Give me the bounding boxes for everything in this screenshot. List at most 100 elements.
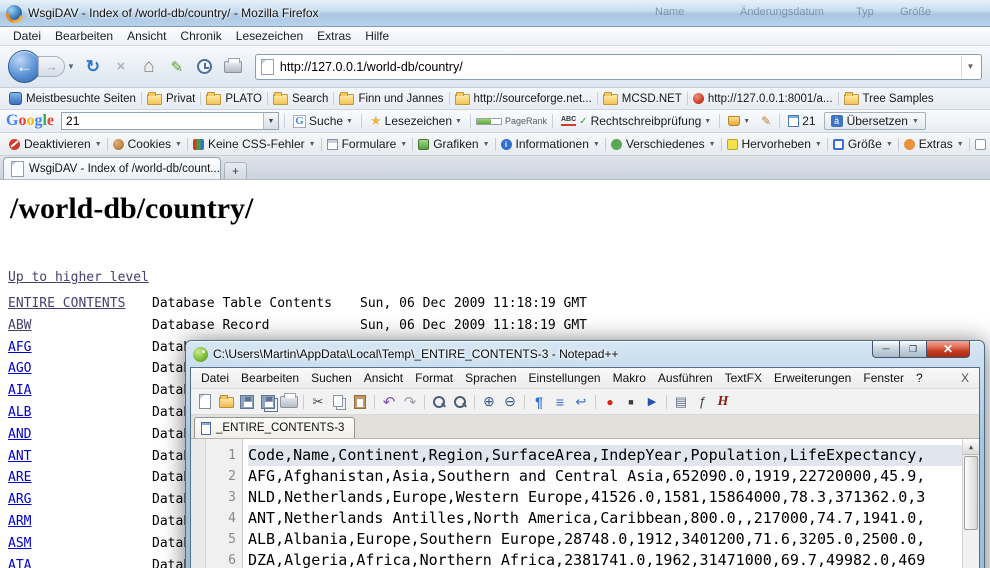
entry-link-arg[interactable]: ARG (8, 492, 31, 507)
webdev-hervorheben[interactable]: Hervorheben▼ (722, 137, 827, 151)
bookmark-mcsd[interactable]: MCSD.NET (598, 88, 687, 109)
vertical-scrollbar[interactable]: ▲ (962, 439, 979, 568)
npp-menu-fenster[interactable]: Fenster (857, 369, 910, 387)
webdev-verschiedenes[interactable]: Verschiedenes▼ (606, 137, 721, 151)
menu-bearbeiten[interactable]: Bearbeiten (48, 27, 120, 45)
replace-icon[interactable] (451, 393, 469, 411)
bookmark-privat[interactable]: Privat (142, 88, 200, 109)
npp-menu-suchen[interactable]: Suchen (305, 369, 358, 387)
zoom-out-icon[interactable]: ⊖ (501, 393, 519, 411)
forward-button[interactable]: → (38, 56, 65, 77)
webdev-extras[interactable]: Extras▼ (899, 137, 969, 151)
function-list-icon[interactable]: ƒ (693, 393, 711, 411)
npp-menu-bearbeiten[interactable]: Bearbeiten (235, 369, 305, 387)
maximize-button[interactable]: ❐ (900, 341, 927, 358)
editor-line[interactable]: AFG,Afghanistan,Asia,Southern and Centra… (248, 466, 962, 487)
google-search-box[interactable]: ▼ (61, 112, 279, 130)
save-all-icon[interactable] (259, 393, 277, 411)
editor-line[interactable]: ALB,Albania,Europe,Southern Europe,28748… (248, 529, 962, 550)
menu-ansicht[interactable]: Ansicht (120, 27, 173, 45)
doc-switch-icon[interactable]: ▤ (672, 393, 690, 411)
autofill-button[interactable]: ✎ (758, 113, 774, 129)
editor-line[interactable]: ANT,Netherlands Antilles,North America,C… (248, 508, 962, 529)
bookmark-finn-und-jannes[interactable]: Finn und Jannes (334, 88, 448, 109)
search-history-dropdown[interactable]: ▼ (263, 113, 278, 129)
menu-chronik[interactable]: Chronik (173, 27, 228, 45)
stop-macro-icon[interactable]: ■ (622, 393, 640, 411)
reload-icon[interactable]: ↻ (81, 55, 105, 79)
entry-link-ata[interactable]: ATA (8, 558, 31, 568)
entry-link-alb[interactable]: ALB (8, 405, 31, 420)
npp-menu-ausfuehren[interactable]: Ausführen (652, 369, 719, 387)
play-macro-icon[interactable]: ▶ (643, 393, 661, 411)
webdev-quelltext[interactable]: Quellte▼ (970, 137, 990, 151)
bookmark-search[interactable]: Search (268, 88, 333, 109)
entry-link-abw[interactable]: ABW (8, 318, 31, 333)
home-icon[interactable]: ⌂ (137, 55, 161, 79)
site-favicon[interactable] (261, 59, 274, 75)
google-search-input[interactable] (62, 114, 263, 128)
show-symbols-icon[interactable]: ¶ (530, 393, 548, 411)
url-input[interactable] (280, 60, 961, 74)
bookmark-most-visited[interactable]: Meistbesuchte Seiten (4, 88, 141, 109)
url-dropdown-button[interactable]: ▼ (961, 56, 979, 78)
translate-button[interactable]: äÜbersetzen▼ (824, 112, 926, 130)
scrollbar-thumb[interactable] (964, 456, 978, 530)
webdev-formulare[interactable]: Formulare▼ (322, 137, 413, 151)
tab-entire-contents[interactable]: _ENTIRE_CONTENTS-3 (194, 417, 355, 438)
npp-menu-textfx[interactable]: TextFX (719, 369, 768, 387)
spellcheck-button[interactable]: ABC✓Rechtschreibprüfung▼ (558, 113, 714, 129)
indent-guide-icon[interactable]: ≡ (551, 393, 569, 411)
back-button[interactable]: ← (8, 50, 41, 83)
paste-icon[interactable] (351, 393, 369, 411)
npp-menu-help[interactable]: ? (910, 369, 929, 387)
word-wrap-icon[interactable]: ↩ (572, 393, 590, 411)
webdev-deaktivieren[interactable]: Deaktivieren▼ (4, 137, 107, 151)
entry-link-entire-contents[interactable]: ENTIRE CONTENTS (8, 296, 125, 311)
webdev-css[interactable]: Keine CSS-Fehler▼ (188, 137, 321, 151)
webdev-cookies[interactable]: Cookies▼ (108, 137, 187, 151)
tab-wsgidav[interactable]: WsgiDAV - Index of /world-db/count... (3, 157, 221, 179)
entry-link-asm[interactable]: ASM (8, 536, 31, 551)
up-to-higher-level-link[interactable]: Up to higher level (8, 270, 149, 285)
entry-link-afg[interactable]: AFG (8, 340, 31, 355)
cut-icon[interactable]: ✂ (309, 393, 327, 411)
firefox-titlebar[interactable]: WsgiDAV - Index of /world-db/country/ - … (0, 0, 990, 27)
html-preview-icon[interactable]: H (714, 393, 732, 411)
pagerank-widget[interactable]: PageRank (476, 116, 547, 126)
npp-menu-datei[interactable]: Datei (195, 369, 235, 387)
editor-line[interactable]: DZA,Algeria,Africa,Northern Africa,23817… (248, 550, 962, 568)
menu-close-icon[interactable]: X (955, 371, 975, 385)
edit-pencil-icon[interactable]: ✎ (165, 55, 189, 79)
npp-menu-erweiterungen[interactable]: Erweiterungen (768, 369, 857, 387)
zoom-in-icon[interactable]: ⊕ (480, 393, 498, 411)
minimize-button[interactable]: ─ (872, 341, 900, 358)
entry-link-ago[interactable]: AGO (8, 361, 31, 376)
webdev-informationen[interactable]: iInformationen▼ (496, 137, 605, 151)
new-tab-button[interactable]: + (224, 162, 247, 179)
npp-menu-makro[interactable]: Makro (607, 369, 652, 387)
entry-link-aia[interactable]: AIA (8, 383, 31, 398)
copy-icon[interactable] (330, 393, 348, 411)
entry-link-are[interactable]: ARE (8, 470, 31, 485)
npp-menu-einstellungen[interactable]: Einstellungen (523, 369, 607, 387)
notebook-counter[interactable]: 21 (785, 113, 818, 129)
editor-area[interactable]: 1 2 3 4 5 6 Code,Name,Continent,Region,S… (191, 439, 979, 568)
notepad-titlebar[interactable]: C:\Users\Martin\AppData\Local\Temp\_ENTI… (190, 341, 980, 367)
bookmark-sourceforge[interactable]: http://sourceforge.net... (450, 88, 597, 109)
google-search-button[interactable]: GSuche▼ (290, 113, 356, 129)
menu-datei[interactable]: Datei (6, 27, 48, 45)
google-bookmarks-button[interactable]: ★Lesezeichen▼ (367, 112, 465, 130)
text-editor[interactable]: Code,Name,Continent,Region,SurfaceArea,I… (243, 439, 962, 568)
bookmark-plato[interactable]: PLATO (201, 88, 267, 109)
history-dropdown-button[interactable]: ▼ (65, 62, 79, 71)
new-file-icon[interactable] (196, 393, 214, 411)
npp-menu-sprachen[interactable]: Sprachen (459, 369, 522, 387)
entry-link-and[interactable]: AND (8, 427, 31, 442)
save-icon[interactable] (238, 393, 256, 411)
redo-icon[interactable]: ↷ (401, 393, 419, 411)
webdev-grafiken[interactable]: Grafiken▼ (413, 137, 494, 151)
record-macro-icon[interactable]: ● (601, 393, 619, 411)
url-bar[interactable]: ▼ (255, 54, 982, 80)
bookmark-tree-samples[interactable]: Tree Samples (839, 88, 939, 109)
